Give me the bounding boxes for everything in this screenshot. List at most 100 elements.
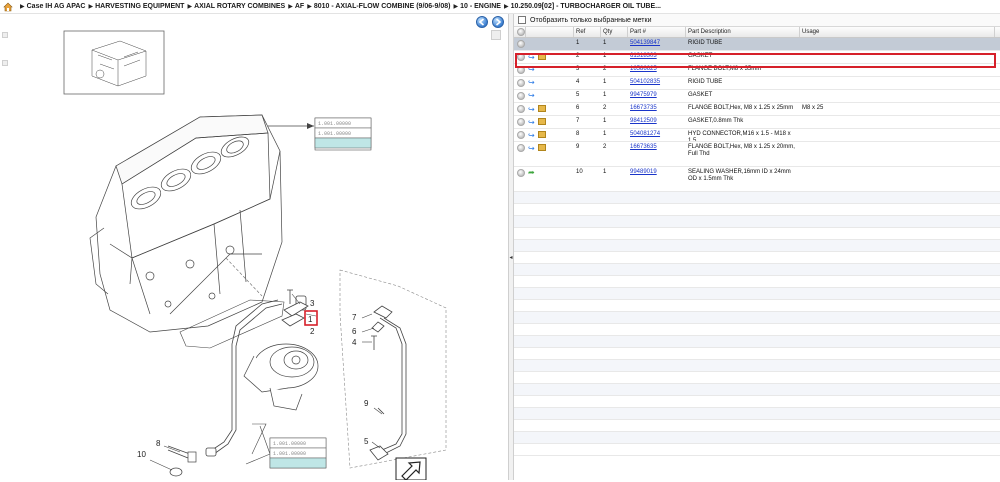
row-select-cell[interactable] xyxy=(514,167,526,191)
part-number-link[interactable]: 16673635 xyxy=(630,144,657,150)
select-all-icon[interactable] xyxy=(517,28,525,36)
table-row[interactable]: ↪ 4 1 504102835 RIGID TUBE xyxy=(514,77,1000,90)
breadcrumb-item[interactable]: AF xyxy=(295,3,304,10)
row-select-icon[interactable] xyxy=(517,79,525,87)
part-number-link[interactable]: 504139847 xyxy=(630,40,660,46)
part-number-cell: 16586625 xyxy=(628,64,686,76)
header-ref[interactable]: Ref xyxy=(574,27,601,37)
table-row[interactable]: ↪ 3 2 16586625 FLANGE BOLT,M8 x 35mm xyxy=(514,64,1000,77)
row-select-cell[interactable] xyxy=(514,51,526,63)
row-select-cell[interactable] xyxy=(514,129,526,141)
callout-7[interactable]: 7 xyxy=(352,313,357,322)
part-number-link[interactable]: 504102835 xyxy=(630,79,660,85)
header-part-description[interactable]: Part Description xyxy=(686,27,800,37)
home-icon[interactable] xyxy=(3,2,13,12)
green-arrow-icon[interactable]: ➦ xyxy=(528,168,535,177)
row-select-icon[interactable] xyxy=(517,53,525,61)
breadcrumb-item[interactable]: 10 - ENGINE xyxy=(460,3,501,10)
replacement-arrow-icon[interactable]: ↪ xyxy=(528,131,535,140)
row-select-cell[interactable] xyxy=(514,64,526,76)
replacement-arrow-icon[interactable]: ↪ xyxy=(528,78,535,87)
callout-10[interactable]: 10 xyxy=(137,450,146,459)
row-select-icon[interactable] xyxy=(517,118,525,126)
empty-row xyxy=(514,312,1000,324)
description-cell: RIGID TUBE xyxy=(688,40,723,46)
callout-8[interactable]: 8 xyxy=(156,439,161,448)
callout-5[interactable]: 5 xyxy=(364,437,369,446)
qty-cell: 1 xyxy=(603,131,607,137)
package-icon[interactable] xyxy=(537,144,546,151)
row-select-icon[interactable] xyxy=(517,105,525,113)
replacement-arrow-icon[interactable]: ↪ xyxy=(528,105,535,114)
part-number-link[interactable]: 99475979 xyxy=(630,92,657,98)
row-icons: ↪ xyxy=(526,51,574,63)
row-select-cell[interactable] xyxy=(514,77,526,89)
row-select-icon[interactable] xyxy=(517,66,525,74)
callout-9[interactable]: 9 xyxy=(364,399,369,408)
usage-cell xyxy=(800,90,995,102)
exploded-diagram: 1.001.00000 1.001.00000 1.001.00000 1.00… xyxy=(63,30,447,481)
callout-1[interactable]: 1 xyxy=(308,315,313,324)
row-select-icon[interactable] xyxy=(517,92,525,100)
row-select-cell[interactable] xyxy=(514,103,526,115)
replacement-arrow-icon[interactable]: ↪ xyxy=(528,53,535,62)
breadcrumb-item[interactable]: 8010 - AXIAL-FLOW COMBINE (9/06-9/08) xyxy=(314,3,451,10)
ref-cell: 4 xyxy=(576,79,580,85)
part-number-link[interactable]: 16586625 xyxy=(630,66,657,72)
part-number-cell: 99489019 xyxy=(628,167,686,191)
row-select-icon[interactable] xyxy=(517,144,525,152)
replacement-arrow-icon[interactable]: ↪ xyxy=(528,118,535,127)
next-diagram-button[interactable] xyxy=(395,457,427,481)
callout-2[interactable]: 2 xyxy=(310,327,315,336)
table-row[interactable]: ↪ 2 1 61318303 GASKET xyxy=(514,51,1000,64)
row-select-cell[interactable] xyxy=(514,116,526,128)
part-number-link[interactable]: 504081274 xyxy=(630,131,660,137)
row-select-icon[interactable] xyxy=(517,131,525,139)
header-part-number[interactable]: Part # xyxy=(628,27,686,37)
diagram-zoom-toggle[interactable] xyxy=(491,30,501,40)
row-select-cell[interactable] xyxy=(514,142,526,166)
row-icons: ↪ xyxy=(526,103,574,115)
callout-4[interactable]: 4 xyxy=(352,338,357,347)
part-number-cell: 99475979 xyxy=(628,90,686,102)
replacement-arrow-icon[interactable]: ↪ xyxy=(528,65,535,74)
breadcrumb-item[interactable]: Case IH AG APAC xyxy=(27,3,86,10)
table-row[interactable]: 1 1 504139847 RIGID TUBE xyxy=(514,38,1000,51)
table-row[interactable]: ↪ 7 1 98412509 GASKET,0.8mm Thk xyxy=(514,116,1000,129)
replacement-arrow-icon[interactable]: ↪ xyxy=(528,144,535,153)
package-icon[interactable] xyxy=(537,53,546,60)
part-number-link[interactable]: 61318303 xyxy=(630,53,657,59)
row-select-cell[interactable] xyxy=(514,90,526,102)
show-selected-only-checkbox[interactable] xyxy=(518,16,526,24)
breadcrumb-item[interactable]: HARVESTING EQUIPMENT xyxy=(95,3,184,10)
table-row[interactable]: ↪ 5 1 99475979 GASKET xyxy=(514,90,1000,103)
splitter-handle-icon[interactable]: ◂ xyxy=(509,254,513,262)
replacement-arrow-icon[interactable]: ↪ xyxy=(528,91,535,100)
row-select-cell[interactable] xyxy=(514,38,526,50)
diagram-pane: 1.001.00000 1.001.00000 1.001.00000 1.00… xyxy=(0,14,508,481)
breadcrumb-item[interactable]: 10.250.09[02] - TURBOCHARGER OIL TUBE... xyxy=(511,3,661,10)
row-select-icon[interactable] xyxy=(517,169,525,177)
part-number-link[interactable]: 98412509 xyxy=(630,118,657,124)
forward-button[interactable] xyxy=(492,16,504,28)
callout-3[interactable]: 3 xyxy=(310,299,315,308)
table-row[interactable]: ↪ 8 1 504081274 HYD CONNECTOR,M16 x 1.5 - M1… xyxy=(514,129,1000,142)
table-row[interactable]: ↪ 9 2 16673635 FLANGE BOLT,Hex, M8 x 1.25 x … xyxy=(514,142,1000,167)
header-qty[interactable]: Qty xyxy=(601,27,628,37)
qty-cell: 1 xyxy=(603,40,607,46)
turbocharger xyxy=(243,343,319,411)
table-row[interactable]: ➦ 10 1 99489019 SEALING WASHER,16mm ID x 24m… xyxy=(514,167,1000,192)
breadcrumb-item[interactable]: AXIAL ROTARY COMBINES xyxy=(194,3,285,10)
package-icon[interactable] xyxy=(537,131,546,138)
package-icon[interactable] xyxy=(537,118,546,125)
part-number-link[interactable]: 99489019 xyxy=(630,169,657,175)
back-button[interactable] xyxy=(476,16,488,28)
description-cell: SEALING WASHER,16mm ID x 24mm OD x 1.5mm… xyxy=(688,169,791,182)
package-icon[interactable] xyxy=(537,105,546,112)
row-select-icon[interactable] xyxy=(517,40,525,48)
callout-6[interactable]: 6 xyxy=(352,327,357,336)
part-number-link[interactable]: 16673735 xyxy=(630,105,657,111)
table-row[interactable]: ↪ 6 2 16673735 FLANGE BOLT,Hex, M8 x 1.25 x … xyxy=(514,103,1000,116)
svg-text:1.001.00000: 1.001.00000 xyxy=(273,441,306,447)
header-usage[interactable]: Usage xyxy=(800,27,995,37)
